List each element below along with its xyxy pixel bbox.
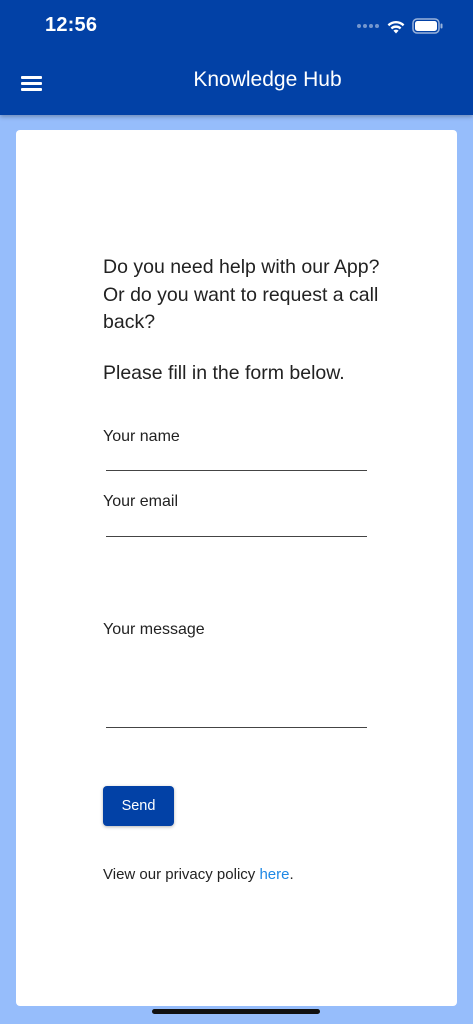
- status-time: 12:56: [45, 14, 98, 36]
- wifi-icon: [387, 20, 405, 34]
- cellular-signal-icon: [357, 24, 379, 28]
- email-input[interactable]: [106, 508, 367, 537]
- message-label: Your message: [103, 621, 205, 638]
- privacy-text: View our privacy policy: [103, 866, 260, 883]
- message-input[interactable]: [106, 699, 367, 728]
- app-header: 12:56 Knowledge Hub: [0, 0, 473, 115]
- home-indicator[interactable]: [152, 1009, 320, 1014]
- form-instruction-text: Please fill in the form below.: [103, 362, 345, 384]
- contact-form-card: Do you need help with our App? Or do you…: [16, 130, 457, 1006]
- form-intro-text: Do you need help with our App? Or do you…: [103, 256, 380, 333]
- privacy-policy-text: View our privacy policy here.: [103, 866, 294, 883]
- send-button[interactable]: Send: [103, 786, 174, 826]
- battery-icon: [412, 18, 443, 34]
- app-title: Knowledge Hub: [193, 68, 342, 91]
- privacy-period: .: [289, 866, 294, 883]
- privacy-policy-link[interactable]: here: [259, 866, 289, 883]
- name-input[interactable]: [106, 442, 367, 471]
